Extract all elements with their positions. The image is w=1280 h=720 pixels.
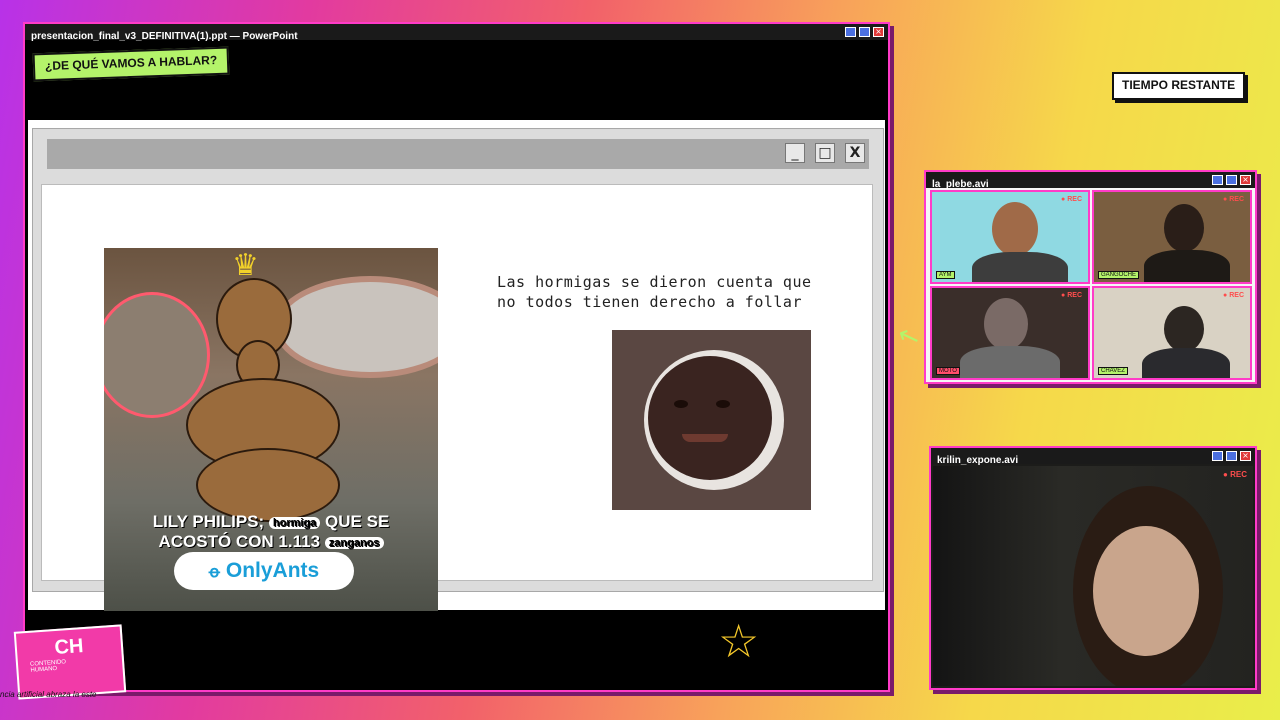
- meme-caption-line2: ACOSTÓ CON 1.113 zanganos: [104, 532, 438, 552]
- onlyants-icon: ꝋ: [208, 564, 221, 581]
- person-body: [960, 346, 1060, 378]
- face-image: [612, 330, 811, 510]
- rec-indicator: ● REC: [1223, 470, 1247, 479]
- cam-name-tag: GANGOCHE: [1098, 271, 1140, 279]
- slide-maximize-button[interactable]: □: [815, 143, 835, 163]
- person-head: [1164, 306, 1204, 352]
- meme-caption-1b: QUE SE: [325, 512, 390, 531]
- ppt-maximize-button[interactable]: [859, 27, 870, 37]
- cam-name-tag: MOTO: [936, 367, 960, 375]
- presenter-cam-title: krilin_expone.avi: [937, 455, 1019, 466]
- cam-tile-4: ● REC CHAVEZ: [1092, 286, 1252, 380]
- rec-indicator: ● REC: [1061, 292, 1082, 299]
- star-icon: ☆: [718, 614, 760, 668]
- meme-caption-line1: LILY PHILIPS; hormiga QUE SE: [104, 512, 438, 532]
- pool-shape: [274, 276, 438, 378]
- crown-icon: ♛: [232, 248, 259, 283]
- face-eye-right: [716, 400, 730, 408]
- meme-caption-2a: ACOSTÓ CON 1.113: [158, 532, 321, 551]
- group-cam-close-button[interactable]: ×: [1240, 175, 1251, 185]
- person-head: [992, 202, 1038, 256]
- slide-close-button[interactable]: X: [845, 143, 865, 163]
- person-body: [972, 252, 1068, 282]
- meme-caption-pill-1: hormiga: [268, 516, 321, 529]
- slide-window: _ □ X ♛ LILY PHILIPS; hormiga QUE SE ACO…: [32, 128, 884, 611]
- cam-name-tag: CHAVEZ: [1098, 367, 1128, 375]
- group-cam-titlebar[interactable]: la_plebe.avi ×: [926, 172, 1255, 190]
- presenter-video: ● REC: [933, 466, 1253, 686]
- presenter-cam-minimize-button[interactable]: [1212, 451, 1223, 461]
- logo-tagline: ncia artificial abraza la este: [0, 690, 97, 699]
- group-cam-title: la_plebe.avi: [932, 179, 989, 190]
- timer-label: TIEMPO RESTANTE: [1112, 72, 1246, 100]
- face-eye-left: [674, 400, 688, 408]
- arrow-icon: ↖: [893, 319, 925, 355]
- group-cam-minimize-button[interactable]: [1212, 175, 1223, 185]
- cam-tile-2: ● REC GANGOCHE: [1092, 190, 1252, 284]
- meme-caption-pill-2: zanganos: [324, 536, 384, 549]
- presenter-face: [1093, 526, 1199, 656]
- channel-logo: CH CONTENIDO HUMANO: [13, 624, 127, 700]
- onlyants-brand: OnlyAnts: [225, 559, 320, 582]
- ant-meme-image: ♛ LILY PHILIPS; hormiga QUE SE ACOSTÓ CO…: [104, 248, 438, 611]
- person-head: [1164, 204, 1204, 252]
- rec-indicator: ● REC: [1061, 196, 1082, 203]
- slide-canvas: ♛ LILY PHILIPS; hormiga QUE SE ACOSTÓ CO…: [41, 184, 873, 611]
- group-cam-maximize-button[interactable]: [1226, 175, 1237, 185]
- face-shape: [648, 356, 772, 480]
- presenter-cam-close-button[interactable]: ×: [1240, 451, 1251, 461]
- slide-minimize-button[interactable]: _: [785, 143, 805, 163]
- slide-body-text: Las hormigas se dieron cuenta que no tod…: [497, 273, 812, 311]
- ppt-window-title: presentacion_final_v3_DEFINITIVA(1).ppt …: [31, 31, 298, 42]
- presenter-cam-titlebar[interactable]: krilin_expone.avi ×: [931, 448, 1255, 466]
- meme-caption-1a: LILY PHILIPS;: [152, 512, 265, 531]
- presenter-cam-maximize-button[interactable]: [1226, 451, 1237, 461]
- face-smile: [682, 434, 728, 442]
- person-body: [1144, 250, 1230, 282]
- person-head: [984, 298, 1028, 350]
- cam-tile-3: ● REC MOTO: [930, 286, 1090, 380]
- rec-indicator: ● REC: [1223, 196, 1244, 203]
- person-body: [1142, 348, 1230, 378]
- ppt-close-button[interactable]: ×: [873, 27, 884, 37]
- presenter-cam-window: krilin_expone.avi × ● REC: [929, 446, 1257, 690]
- cam-name-tag: AYM: [936, 271, 955, 279]
- group-cam-window: la_plebe.avi × ● REC AYM ● REC GANGOCHE …: [924, 170, 1257, 384]
- circled-inset: [104, 292, 210, 418]
- ppt-minimize-button[interactable]: [845, 27, 856, 37]
- ant-abdomen: [196, 448, 340, 522]
- slide-window-titlebar[interactable]: _ □ X: [47, 139, 869, 169]
- cam-tile-1: ● REC AYM: [930, 190, 1090, 284]
- onlyants-logo: ꝋ OnlyAnts: [174, 552, 354, 590]
- rec-indicator: ● REC: [1223, 292, 1244, 299]
- ppt-titlebar[interactable]: presentacion_final_v3_DEFINITIVA(1).ppt …: [25, 24, 888, 42]
